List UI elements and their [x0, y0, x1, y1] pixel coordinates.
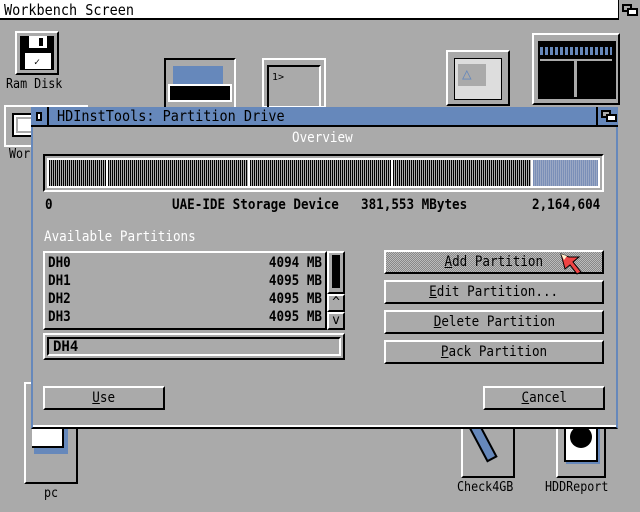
delete-hotkey: D [433, 314, 441, 330]
cancel-button[interactable]: Cancel [483, 386, 605, 410]
prefs-drawer-icon[interactable] [164, 58, 236, 108]
partition-size: 4094 MB [268, 255, 322, 271]
check4gb-label[interactable]: Check4GB [457, 480, 513, 495]
partition-size: 4095 MB [268, 291, 322, 307]
delete-label: elete Partition [440, 314, 555, 330]
delete-partition-button[interactable]: Delete Partition [384, 310, 604, 334]
close-icon [36, 112, 42, 121]
overview-free-space[interactable] [531, 160, 598, 186]
pack-partition-button[interactable]: Pack Partition [384, 340, 604, 364]
partition-name-input[interactable]: DH4 [47, 337, 341, 356]
scroll-knob[interactable] [332, 255, 340, 288]
checkmark-icon: ✓ [34, 57, 41, 68]
shell-icon[interactable]: 1> [262, 58, 326, 108]
overview-segment-dh3[interactable] [391, 160, 532, 186]
pc-label[interactable]: pc [44, 486, 58, 501]
cancel-hotkey: C [521, 390, 529, 406]
add-label: dd Partition [452, 254, 544, 270]
list-item[interactable]: DH3 4095 MB [48, 309, 322, 327]
hddreport-label[interactable]: HDDReport [545, 480, 608, 495]
partition-name: DH1 [48, 273, 71, 289]
overview-segment-dh0[interactable] [49, 160, 106, 186]
overview-segment-dh2[interactable] [248, 160, 392, 186]
window-title-bar[interactable]: HDInstTools: Partition Drive [31, 107, 618, 127]
overview-segment-dh1[interactable] [105, 160, 249, 186]
pack-label: ack Partition [448, 344, 548, 360]
partition-overview-bar[interactable] [43, 154, 604, 192]
axis-end-label: 2,164,604 [532, 197, 601, 213]
use-label: se [100, 390, 116, 406]
partition-name: DH2 [48, 291, 71, 307]
edit-partition-button[interactable]: Edit Partition... [384, 280, 604, 304]
overview-label: Overview [292, 130, 353, 146]
list-item[interactable]: DH1 4095 MB [48, 273, 322, 291]
partition-name: DH0 [48, 255, 71, 271]
arrow-up-icon: ^ [332, 295, 340, 310]
document-icon[interactable]: △ [446, 50, 510, 106]
shell-prompt-text: 1> [272, 72, 285, 83]
close-button[interactable] [31, 107, 49, 125]
list-item[interactable]: DH2 4095 MB [48, 291, 322, 309]
triangle-icon: △ [462, 64, 472, 83]
scroll-up-button[interactable]: ^ [327, 294, 345, 312]
list-scrollbar[interactable]: ^ v [327, 251, 345, 330]
edit-label: dit Partition... [437, 284, 559, 300]
window-depth-button[interactable] [596, 107, 618, 125]
workbench-drawer-label[interactable]: Wor [9, 147, 30, 162]
ram-disk-icon[interactable]: ✓ [15, 31, 59, 75]
screen-depth-button[interactable] [618, 0, 640, 20]
use-button[interactable]: Use [43, 386, 165, 410]
partition-name: DH3 [48, 309, 71, 325]
mouse-pointer-icon [560, 253, 582, 275]
ram-disk-label[interactable]: Ram Disk [6, 77, 62, 92]
partition-size: 4095 MB [268, 309, 322, 325]
screen-title: Workbench Screen [4, 1, 135, 19]
list-item[interactable]: DH0 4094 MB [48, 255, 322, 273]
device-name: UAE-IDE Storage Device [172, 197, 339, 213]
screen-capture-icon[interactable] [532, 33, 620, 105]
scroll-track[interactable] [327, 251, 345, 294]
scroll-down-button[interactable]: v [327, 312, 345, 330]
depth-arrange-icon [622, 4, 638, 16]
partition-name-field[interactable]: DH4 [43, 333, 345, 360]
depth-arrange-icon [601, 110, 617, 122]
partition-size: 4095 MB [268, 273, 322, 289]
cancel-label: ancel [528, 390, 567, 406]
axis-start-label: 0 [45, 197, 53, 213]
available-partitions-label: Available Partitions [44, 229, 196, 245]
arrow-down-icon: v [332, 313, 340, 328]
overview-segments [47, 158, 600, 188]
window-title: HDInstTools: Partition Drive [57, 107, 285, 125]
screen-title-bar: Workbench Screen [0, 0, 640, 20]
device-size: 381,553 MBytes [361, 197, 468, 213]
partitions-list[interactable]: DH0 4094 MB DH1 4095 MB DH2 4095 MB DH3 … [43, 251, 327, 330]
